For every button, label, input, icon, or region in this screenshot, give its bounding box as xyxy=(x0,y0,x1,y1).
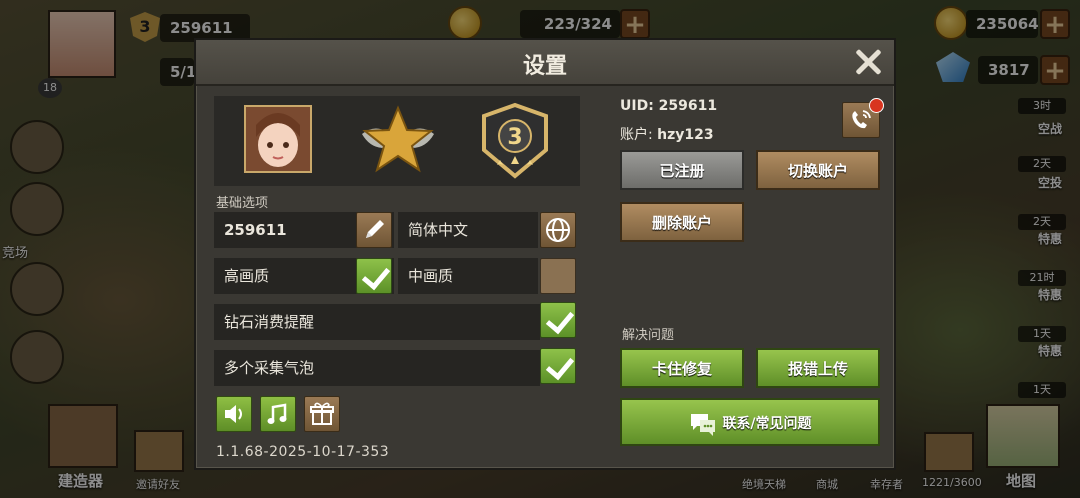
dialog-title: 设置 xyxy=(522,54,567,79)
version-text: 1.1.68-2025-10-17-353 xyxy=(216,444,390,460)
multi-bubble-label: 多个采集气泡 xyxy=(224,359,315,377)
multi-bubble-checkbox[interactable] xyxy=(540,348,576,384)
notification-dot xyxy=(869,98,884,113)
uid-text: UID: 259611 xyxy=(620,98,718,114)
account-info: 账户: hzy123 xyxy=(620,124,714,144)
delete-account-button[interactable]: 删除账户 xyxy=(620,202,744,242)
gift-button[interactable] xyxy=(304,396,340,432)
report-upload-button[interactable]: 报错上传 xyxy=(756,348,880,388)
edit-name-button[interactable] xyxy=(356,212,392,248)
pencil-icon xyxy=(366,220,384,238)
section-basic-label: 基础选项 xyxy=(216,196,269,211)
music-note-icon xyxy=(267,403,287,424)
switch-account-button[interactable]: 切换账户 xyxy=(756,150,880,190)
close-button[interactable] xyxy=(852,46,884,78)
rank-star-emblem-icon xyxy=(358,104,438,176)
svg-text:3: 3 xyxy=(507,125,522,150)
contact-faq-label: 联系/常见问题 xyxy=(722,416,812,432)
globe-icon xyxy=(546,218,570,242)
registered-button[interactable]: 已注册 xyxy=(620,150,744,190)
diamond-reminder-row: 钻石消费提醒 xyxy=(214,304,540,340)
account-value: hzy123 xyxy=(657,127,714,143)
player-name-value: 259611 xyxy=(224,221,287,239)
quality-high-checkbox[interactable] xyxy=(356,258,392,294)
language-button[interactable] xyxy=(540,212,576,248)
chat-bubble-icon xyxy=(691,413,716,436)
quality-medium-checkbox[interactable] xyxy=(540,258,576,294)
stuck-fix-button[interactable]: 卡住修复 xyxy=(620,348,744,388)
music-button[interactable] xyxy=(260,396,296,432)
language-row: 简体中文 xyxy=(398,212,538,248)
contact-faq-button[interactable]: 联系/常见问题 xyxy=(620,398,880,446)
diamond-reminder-checkbox[interactable] xyxy=(540,302,576,338)
quality-medium-label: 中画质 xyxy=(408,267,454,285)
profile-avatar[interactable] xyxy=(244,105,312,173)
multi-bubble-row: 多个采集气泡 xyxy=(214,350,540,386)
section-issue-label: 解决问题 xyxy=(622,328,675,343)
customer-service-button[interactable] xyxy=(842,98,884,138)
profile-badge-panel: 3 xyxy=(214,96,580,186)
quality-medium-row: 中画质 xyxy=(398,258,538,294)
dialog-header: 设置 xyxy=(196,40,894,86)
settings-dialog: 设置 3 基础选项 259611 简体中文 高画质 中画质 钻石消费提醒 多个采… xyxy=(194,38,896,470)
quality-high-label: 高画质 xyxy=(224,267,270,285)
gift-icon xyxy=(310,402,334,425)
language-value: 简体中文 xyxy=(408,221,469,239)
diamond-reminder-label: 钻石消费提醒 xyxy=(224,313,315,331)
sound-button[interactable] xyxy=(216,396,252,432)
account-label: 账户: xyxy=(620,127,653,143)
level-shield-emblem-icon: 3 xyxy=(476,102,554,180)
speaker-icon xyxy=(225,405,242,423)
